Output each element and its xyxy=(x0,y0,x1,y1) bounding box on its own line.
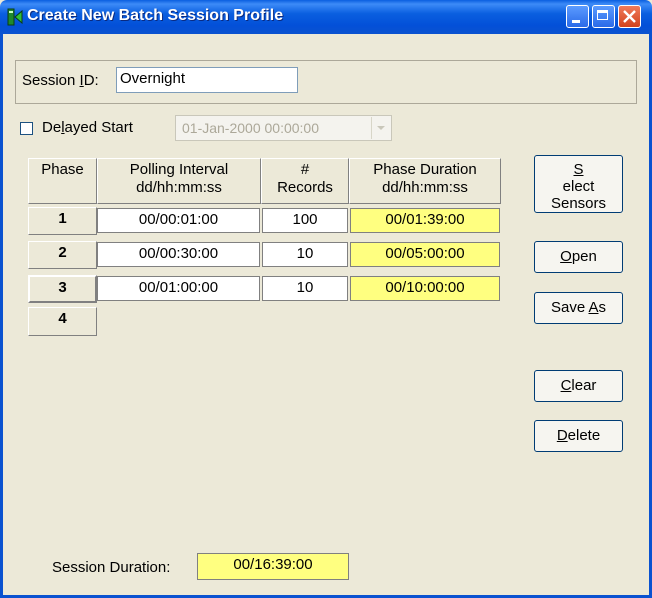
select-sensors-line2: Sensors xyxy=(550,195,607,212)
records-cell[interactable]: 10 xyxy=(262,242,348,267)
records-cell[interactable]: 100 xyxy=(262,208,348,233)
phase-duration-cell: 00/01:39:00 xyxy=(350,208,500,233)
records-cell[interactable]: 10 xyxy=(262,276,348,301)
select-sensors-line1: Select xyxy=(562,161,595,195)
delayed-start-datetime-value: 01-Jan-2000 00:00:00 xyxy=(182,120,319,136)
close-icon xyxy=(623,10,636,23)
session-id-group xyxy=(15,60,637,104)
window-title: Create New Batch Session Profile xyxy=(27,7,284,24)
save-as-button[interactable]: Save As xyxy=(534,292,623,324)
select-sensors-button[interactable]: Select Sensors xyxy=(534,155,623,213)
session-id-input[interactable]: Overnight xyxy=(116,67,298,93)
chevron-down-icon xyxy=(371,117,390,139)
polling-interval-cell[interactable]: 00/01:00:00 xyxy=(97,276,260,301)
phase-2-button[interactable]: 2 xyxy=(28,241,97,269)
phase-duration-cell: 00/10:00:00 xyxy=(350,276,500,301)
maximize-button[interactable] xyxy=(592,5,615,28)
header-records: # Records xyxy=(261,158,349,204)
clear-button[interactable]: Clear xyxy=(534,370,623,402)
header-polling-interval: Polling Interval dd/hh:mm:ss xyxy=(97,158,261,204)
polling-interval-cell[interactable]: 00/00:01:00 xyxy=(97,208,260,233)
batch-session-window: Create New Batch Session Profile Session… xyxy=(0,0,652,598)
header-phase: Phase xyxy=(28,158,97,204)
phase-duration-cell: 00/05:00:00 xyxy=(350,242,500,267)
phase-1-button[interactable]: 1 xyxy=(28,207,97,235)
minimize-button[interactable] xyxy=(566,5,589,28)
delete-button[interactable]: Delete xyxy=(534,420,623,452)
open-button[interactable]: Open xyxy=(534,241,623,273)
close-button[interactable] xyxy=(618,5,641,28)
session-duration-value: 00/16:39:00 xyxy=(197,553,349,580)
title-bar[interactable]: Create New Batch Session Profile xyxy=(0,0,652,34)
session-duration-label: Session Duration: xyxy=(52,559,171,576)
phase-4-button[interactable]: 4 xyxy=(28,307,97,336)
delayed-start-label[interactable]: Delayed Start xyxy=(42,119,133,136)
session-id-label: Session ID: xyxy=(22,72,99,89)
app-icon xyxy=(7,8,23,26)
header-phase-duration: Phase Duration dd/hh:mm:ss xyxy=(349,158,501,204)
phase-3-button[interactable]: 3 xyxy=(28,275,97,303)
delayed-start-datetime: 01-Jan-2000 00:00:00 xyxy=(175,115,392,141)
polling-interval-cell[interactable]: 00/00:30:00 xyxy=(97,242,260,267)
delayed-start-checkbox[interactable] xyxy=(20,122,33,135)
